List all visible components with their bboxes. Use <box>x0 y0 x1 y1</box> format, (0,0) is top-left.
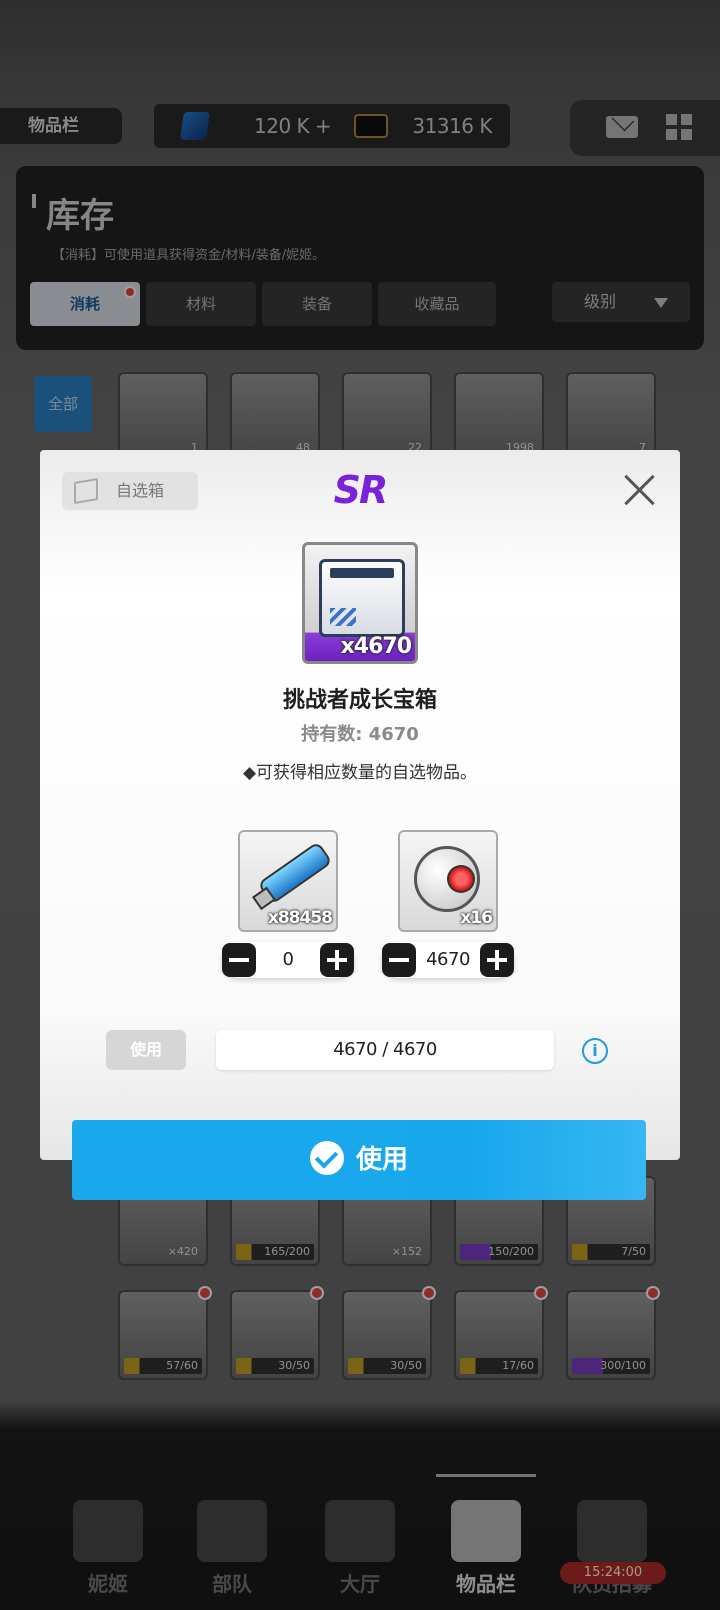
close-icon[interactable] <box>618 468 662 512</box>
choice-quantity: x88458 <box>267 908 333 928</box>
increment-button[interactable] <box>320 943 354 977</box>
choice-option: x88458 0 <box>222 830 354 980</box>
choice-quantity: x16 <box>460 908 493 928</box>
use-button[interactable]: 使用 <box>72 1120 646 1200</box>
use-small-button[interactable]: 使用 <box>106 1030 186 1070</box>
quantity-stepper: 0 <box>222 942 354 978</box>
choice-thumbnail[interactable]: x88458 <box>238 830 338 932</box>
owned-count: 持有数: 4670 <box>301 724 419 745</box>
decrement-button[interactable] <box>382 943 416 977</box>
quantity-stepper: 4670 <box>382 942 514 978</box>
item-name: 挑战者成长宝箱 <box>282 688 437 713</box>
rarity-badge: SR <box>333 468 389 512</box>
droid-head-icon <box>414 846 480 912</box>
use-button-label: 使用 <box>355 1145 408 1175</box>
item-description: ◆可获得相应数量的自选物品。 <box>242 763 478 783</box>
usb-drive-icon <box>257 841 333 905</box>
choice-thumbnail[interactable]: x16 <box>398 830 498 932</box>
select-box-dialog: 自选箱 SR x4670 挑战者成长宝箱 持有数: 4670 ◆可获得相应数量的… <box>40 450 680 1160</box>
item-quantity: x4670 <box>340 634 412 659</box>
crate-icon <box>319 559 405 637</box>
check-icon <box>309 1140 344 1175</box>
increment-button[interactable] <box>480 943 514 977</box>
item-thumbnail: x4670 <box>302 542 418 664</box>
stepper-value[interactable]: 4670 <box>416 942 480 978</box>
choice-option: x16 4670 <box>382 830 514 980</box>
usage-progress: 4670 / 4670 <box>216 1030 554 1070</box>
info-icon[interactable]: i <box>582 1038 608 1064</box>
decrement-button[interactable] <box>222 943 256 977</box>
stepper-value[interactable]: 0 <box>256 942 320 978</box>
